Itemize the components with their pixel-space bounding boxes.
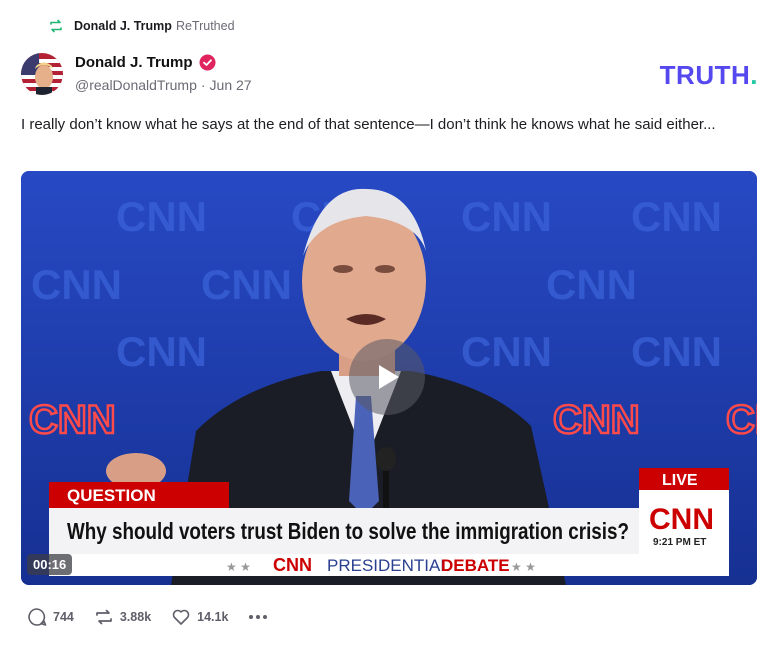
chyron-time: 9:21 PM ET <box>653 537 706 548</box>
chyron-program: PRESIDENTIAL <box>327 556 450 575</box>
retruth-icon <box>94 607 114 627</box>
more-icon <box>248 607 268 627</box>
svg-text:★ ★: ★ ★ <box>511 560 536 574</box>
retruth-user-name[interactable]: Donald J. Trump <box>74 19 172 33</box>
chyron-headline: Why should voters trust Biden to solve t… <box>67 518 629 544</box>
meta-separator: · <box>200 77 206 93</box>
heart-icon <box>171 607 191 627</box>
chyron-program-bold: DEBATE <box>441 556 510 575</box>
bg-word: CNN <box>461 328 552 375</box>
bg-word: CNN <box>461 193 552 240</box>
comment-icon <box>27 607 47 627</box>
post-text: I really don’t know what he says at the … <box>21 116 716 133</box>
author-block: Donald J. Trump @realDonaldTrump · Jun 2… <box>75 54 252 93</box>
play-icon <box>370 360 404 394</box>
cnn-neon-far-right: CNN <box>726 398 757 442</box>
bg-word: CNN <box>201 261 292 308</box>
bg-word: CNN <box>31 261 122 308</box>
live-badge: LIVE <box>662 472 698 489</box>
author-name[interactable]: Donald J. Trump <box>75 54 193 71</box>
chyron-tag: QUESTION <box>67 486 156 505</box>
reply-count: 744 <box>53 610 74 624</box>
reply-button[interactable]: 744 <box>27 607 74 627</box>
truth-logo[interactable]: TRUTH. <box>660 60 758 91</box>
bg-word: CNN <box>546 261 637 308</box>
play-button[interactable] <box>349 339 425 415</box>
like-count: 14.1k <box>197 610 229 624</box>
more-options-button[interactable] <box>248 607 268 627</box>
cnn-neon-right: CNN <box>553 398 640 442</box>
truth-logo-word: TRUTH <box>659 60 751 90</box>
like-button[interactable]: 14.1k <box>171 607 228 627</box>
bg-word: CNN <box>631 193 722 240</box>
retruth-icon <box>48 18 64 34</box>
svg-text:★ ★: ★ ★ <box>226 560 251 574</box>
bg-word: CNN <box>116 328 207 375</box>
video-timecode: 00:16 <box>27 554 73 575</box>
retruth-button[interactable]: 3.88k <box>94 607 151 627</box>
truth-logo-dot: . <box>750 60 758 90</box>
chyron-network: CNN <box>273 555 312 575</box>
retruth-banner: Donald J. Trump ReTruthed <box>48 18 235 34</box>
verified-badge-icon <box>199 54 216 71</box>
cnn-neon-left: CNN <box>29 398 116 442</box>
retruth-count: 3.88k <box>119 610 152 624</box>
avatar[interactable] <box>21 53 63 95</box>
post-actions: 744 3.88k 14.1k <box>27 607 268 627</box>
bg-word: CNN <box>116 193 207 240</box>
author-handle[interactable]: @realDonaldTrump <box>75 77 197 93</box>
retruth-label: ReTruthed <box>175 19 235 33</box>
video-player[interactable]: CNN CNN CNN CNN CNN CNN CNN CNN CNN CNN … <box>21 171 757 585</box>
bg-word: CNN <box>631 328 722 375</box>
cnn-box-logo: CNN <box>649 503 714 536</box>
post-date[interactable]: Jun 27 <box>210 77 252 93</box>
